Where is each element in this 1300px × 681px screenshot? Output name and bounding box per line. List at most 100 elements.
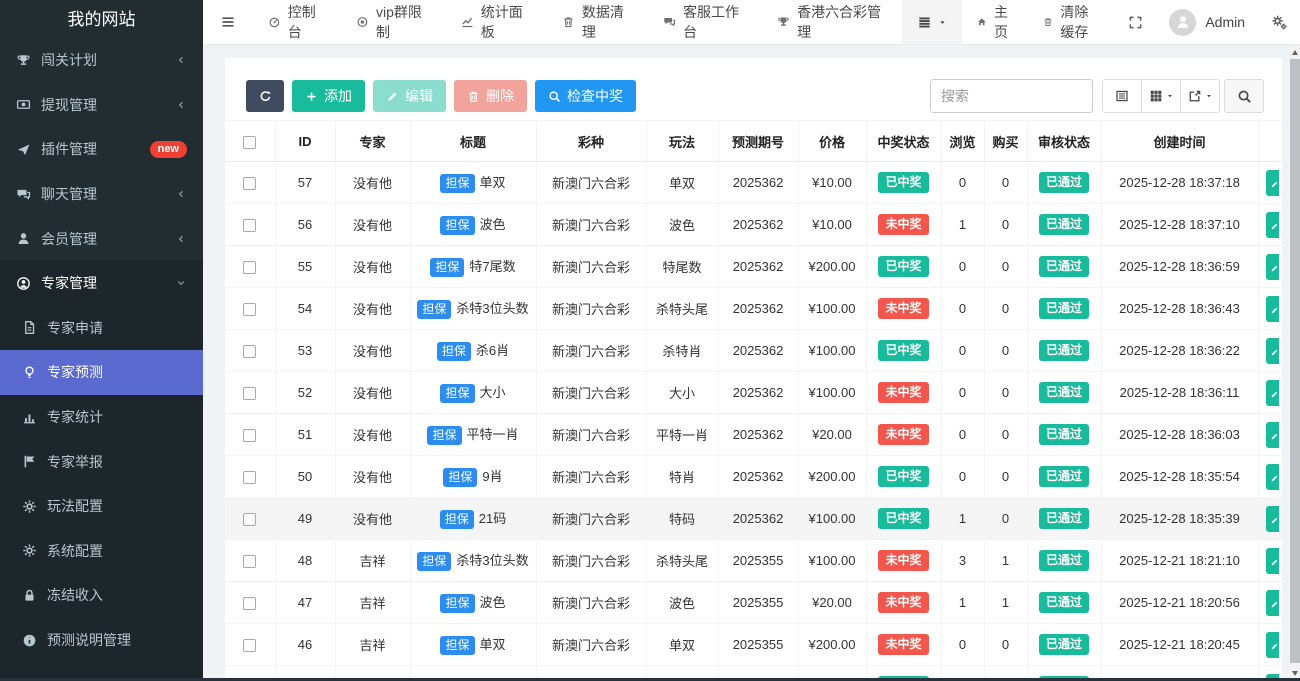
nav-item-clear-cache[interactable]: 清除缓存 (1028, 0, 1115, 44)
sidebar-item-withdraw-management[interactable]: 提现管理 (0, 83, 203, 128)
sidebar-item-member-management[interactable]: 会员管理 (0, 216, 203, 261)
row-checkbox[interactable] (243, 639, 256, 652)
row-checkbox[interactable] (243, 513, 256, 526)
col-audit-status[interactable]: 审核状态 (1027, 121, 1101, 162)
sidebar-item-mission-plan[interactable]: 闯关计划 (0, 38, 203, 83)
table-row[interactable]: 46 吉祥 担保单双 新澳门六合彩 单双 2025355 ¥200.00 未中奖… (225, 624, 1282, 666)
table-row[interactable]: 50 没有他 担保9肖 新澳门六合彩 特肖 2025362 ¥200.00 已中… (225, 456, 1282, 498)
sidebar-item-expert-predict[interactable]: 专家预测 (0, 350, 203, 395)
col-expert[interactable]: 专家 (335, 121, 410, 162)
row-checkbox[interactable] (243, 471, 256, 484)
sidebar-item-expert-report[interactable]: 专家举报 (0, 439, 203, 484)
scrollbar-up-icon[interactable] (1292, 50, 1298, 55)
sidebar-item-play-config[interactable]: 玩法配置 (0, 484, 203, 529)
nav-item-hk-lottery-admin[interactable]: 香港六合彩管理 (762, 0, 902, 44)
row-checkbox[interactable] (243, 261, 256, 274)
toggle-view-button[interactable] (1102, 79, 1142, 113)
col-price[interactable]: 价格 (798, 121, 866, 162)
sidebar-toggle-button[interactable] (203, 0, 253, 44)
col-operations (1258, 121, 1282, 162)
cell-views: 0 (941, 246, 984, 288)
nav-item-data-clean[interactable]: 数据清理 (547, 0, 648, 44)
check-win-button[interactable]: 检查中奖 (535, 80, 636, 112)
col-created[interactable]: 创建时间 (1101, 121, 1258, 162)
table-row[interactable]: 55 没有他 担保特7尾数 新澳门六合彩 特尾数 2025362 ¥200.00… (225, 246, 1282, 288)
row-checkbox[interactable] (243, 177, 256, 190)
scrollbar-down-icon[interactable] (1292, 671, 1298, 676)
table-row[interactable]: 56 没有他 担保波色 新澳门六合彩 波色 2025362 ¥10.00 未中奖… (225, 204, 1282, 246)
delete-button[interactable]: 删除 (454, 80, 527, 112)
select-all-checkbox[interactable] (243, 136, 256, 149)
table-row[interactable]: 49 没有他 担保21码 新澳门六合彩 特码 2025362 ¥100.00 已… (225, 498, 1282, 540)
row-checkbox[interactable] (243, 345, 256, 358)
columns-button[interactable] (1141, 79, 1181, 113)
table-row[interactable]: 51 没有他 担保平特一肖 新澳门六合彩 平特一肖 2025362 ¥20.00… (225, 414, 1282, 456)
row-edit-button[interactable] (1266, 422, 1279, 448)
sidebar-item-predict-instructions[interactable]: 预测说明管理 (0, 618, 203, 663)
table-row[interactable]: 53 没有他 担保杀6肖 新澳门六合彩 杀特肖 2025362 ¥100.00 … (225, 330, 1282, 372)
chevron-down-icon (175, 277, 187, 289)
settings-button[interactable] (1258, 0, 1300, 44)
row-checkbox[interactable] (243, 387, 256, 400)
col-buys[interactable]: 购买 (984, 121, 1027, 162)
user-menu[interactable]: Admin (1156, 0, 1258, 44)
nav-item-vip-group-limit[interactable]: vip群限制 (341, 0, 446, 44)
row-edit-button[interactable] (1266, 254, 1279, 280)
col-title[interactable]: 标题 (410, 121, 536, 162)
cell-play: 杀特头尾 (646, 540, 718, 582)
col-views[interactable]: 浏览 (941, 121, 984, 162)
table-row[interactable]: 57 没有他 担保单双 新澳门六合彩 单双 2025362 ¥10.00 已中奖… (225, 162, 1282, 204)
row-edit-button[interactable] (1266, 506, 1279, 532)
refresh-button[interactable] (246, 80, 284, 112)
sidebar-item-addon-management[interactable]: 插件管理 new (0, 127, 203, 172)
nav-item-stats-panel[interactable]: 统计面板 (446, 0, 547, 44)
table-row[interactable]: 48 吉祥 担保杀特3位头数 新澳门六合彩 杀特头尾 2025355 ¥100.… (225, 540, 1282, 582)
cell-win-status: 已中奖 (866, 330, 941, 372)
search-toggle-button[interactable] (1224, 79, 1264, 113)
row-checkbox[interactable] (243, 219, 256, 232)
sidebar-item-frozen-income[interactable]: 冻结收入 (0, 573, 203, 618)
win-status-badge: 未中奖 (878, 634, 928, 656)
add-button[interactable]: 添加 (292, 80, 365, 112)
table-row[interactable]: 47 吉祥 担保波色 新澳门六合彩 波色 2025355 ¥20.00 未中奖 … (225, 582, 1282, 624)
col-play[interactable]: 玩法 (646, 121, 718, 162)
table-row[interactable]: 54 没有他 担保杀特3位头数 新澳门六合彩 杀特头尾 2025362 ¥100… (225, 288, 1282, 330)
cell-win-status: 已中奖 (866, 162, 941, 204)
row-edit-button[interactable] (1266, 212, 1279, 238)
nav-item-service-workbench[interactable]: 客服工作台 (648, 0, 762, 44)
col-period[interactable]: 预测期号 (718, 121, 798, 162)
col-id[interactable]: ID (275, 121, 335, 162)
fullscreen-button[interactable] (1115, 0, 1156, 44)
col-lottery[interactable]: 彩种 (536, 121, 646, 162)
row-edit-button[interactable] (1266, 170, 1279, 196)
row-checkbox[interactable] (243, 597, 256, 610)
search-input[interactable] (930, 79, 1093, 113)
row-edit-button[interactable] (1266, 632, 1279, 658)
scrollbar-thumb[interactable] (1290, 59, 1300, 663)
sidebar-item-system-config[interactable]: 系统配置 (0, 529, 203, 574)
nav-item-console[interactable]: 控制台 (253, 0, 341, 44)
gear-icon (22, 499, 37, 514)
menu-icon (220, 14, 236, 30)
row-edit-button[interactable] (1266, 380, 1279, 406)
sidebar-item-expert-apply[interactable]: 专家申请 (0, 306, 203, 351)
cell-period: 2025362 (718, 372, 798, 414)
row-checkbox[interactable] (243, 555, 256, 568)
row-edit-button[interactable] (1266, 464, 1279, 490)
table-row[interactable]: 52 没有他 担保大小 新澳门六合彩 大小 2025362 ¥100.00 未中… (225, 372, 1282, 414)
vertical-scrollbar[interactable] (1289, 45, 1300, 681)
col-win-status[interactable]: 中奖状态 (866, 121, 941, 162)
sidebar-item-expert-management[interactable]: 专家管理 (0, 261, 203, 306)
nav-item-home[interactable]: 主页 (962, 0, 1028, 44)
edit-button[interactable]: 编辑 (373, 80, 446, 112)
row-edit-button[interactable] (1266, 296, 1279, 322)
row-edit-button[interactable] (1266, 548, 1279, 574)
row-checkbox[interactable] (243, 429, 256, 442)
row-edit-button[interactable] (1266, 338, 1279, 364)
tabs-dropdown-button[interactable] (902, 0, 962, 44)
row-edit-button[interactable] (1266, 590, 1279, 616)
export-button[interactable] (1180, 79, 1220, 113)
sidebar-item-expert-stats[interactable]: 专家统计 (0, 395, 203, 440)
sidebar-item-chat-management[interactable]: 聊天管理 (0, 172, 203, 217)
row-checkbox[interactable] (243, 303, 256, 316)
